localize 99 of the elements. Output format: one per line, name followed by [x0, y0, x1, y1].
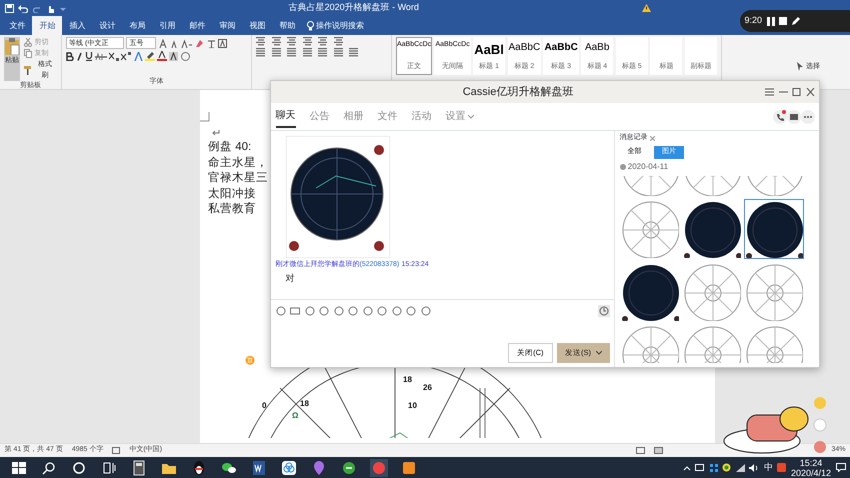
- clock-time[interactable]: 15:24: [800, 458, 822, 468]
- chat-tab[interactable]: 文件: [378, 106, 398, 127]
- chart-label: 18: [403, 374, 412, 384]
- document-text: 官禄木星三: [208, 171, 268, 186]
- image-thumbnail[interactable]: [620, 199, 680, 260]
- lightbulb-icon: [306, 20, 314, 30]
- close-icon[interactable]: [806, 88, 814, 96]
- word-app-icon[interactable]: [250, 458, 268, 476]
- circle-app-icon[interactable]: [370, 458, 388, 476]
- superscript-icon[interactable]: [121, 52, 132, 61]
- image-message[interactable]: [286, 136, 390, 258]
- maximize-icon[interactable]: [792, 88, 801, 96]
- chat-tab[interactable]: 设置: [446, 106, 474, 127]
- strikethrough-icon[interactable]: [94, 52, 107, 61]
- document-text: 私营教育: [208, 202, 256, 217]
- grow-font-icon[interactable]: [158, 38, 168, 48]
- ribbon-tab[interactable]: 审阅: [212, 16, 242, 35]
- gif-icon[interactable]: [290, 306, 300, 316]
- warning-icon: [642, 4, 652, 12]
- ribbon-tab[interactable]: 设计: [92, 16, 122, 35]
- date-label: 2020-04-11: [628, 160, 668, 173]
- recording-time: 9:20: [744, 14, 762, 28]
- battery-icon[interactable]: [695, 464, 706, 471]
- copy-icon: [24, 49, 32, 58]
- ribbon-tab[interactable]: 帮助: [272, 16, 302, 35]
- stop-icon[interactable]: [779, 17, 788, 25]
- ribbon-tab[interactable]: 邮件: [182, 16, 212, 35]
- print-layout-icon[interactable]: [654, 447, 664, 454]
- document-text: 太阳冲接: [208, 186, 256, 202]
- enclose-char-icon[interactable]: [180, 52, 190, 61]
- chat-tab[interactable]: 相册: [344, 106, 364, 127]
- window-title: 古典占星2020升格解盘班 - Word: [288, 1, 419, 14]
- chat-tab[interactable]: 聊天: [276, 105, 296, 128]
- ribbon-tab[interactable]: 文件: [2, 16, 32, 35]
- window-title: Cassie亿玥升格解盘班: [462, 84, 574, 100]
- caret-icon: [468, 114, 474, 118]
- chart-label: 10: [408, 400, 417, 410]
- history-clock-icon[interactable]: [598, 304, 610, 316]
- chat-tab[interactable]: 活动: [412, 106, 432, 127]
- ball-app-icon[interactable]: [722, 463, 732, 472]
- change-case-icon[interactable]: [181, 38, 193, 48]
- ribbon-tab[interactable]: 引用: [152, 16, 182, 35]
- ribbon-tab[interactable]: 开始: [32, 16, 62, 35]
- chart-label: ♊: [245, 356, 255, 364]
- font-color-icon[interactable]: [157, 51, 167, 62]
- document-text: 命主水星，: [208, 156, 268, 170]
- chart-label: 0: [262, 400, 266, 410]
- close-icon[interactable]: [650, 136, 655, 141]
- caret-icon: [596, 350, 602, 355]
- volume-icon[interactable]: [749, 464, 760, 472]
- ribbon-tab[interactable]: 视图: [242, 16, 272, 35]
- s-app-icon[interactable]: [777, 463, 786, 472]
- highlight-icon[interactable]: [144, 51, 155, 62]
- image-thumbnail[interactable]: [682, 199, 742, 260]
- menu-icon[interactable]: [765, 88, 774, 96]
- clock-date[interactable]: 2020/4/12: [790, 468, 831, 478]
- tell-me-search[interactable]: 操作说明搜索: [316, 20, 364, 32]
- image-thumbnail[interactable]: [682, 262, 742, 322]
- clock-icon: [620, 164, 626, 170]
- image-thumbnail[interactable]: [744, 199, 804, 260]
- char-shading-icon[interactable]: [169, 52, 178, 61]
- shrink-font-icon[interactable]: [170, 38, 179, 48]
- ribbon-tab[interactable]: 布局: [122, 16, 152, 35]
- paragraph-mark-icon: [212, 130, 220, 136]
- message-icon[interactable]: [786, 110, 800, 124]
- save-icon[interactable]: [4, 4, 14, 12]
- image-thumbnail[interactable]: [744, 262, 804, 322]
- align-left-icon[interactable]: [256, 48, 267, 58]
- read-mode-icon[interactable]: [636, 447, 646, 454]
- notification-icon[interactable]: [836, 463, 846, 472]
- message-text: 对: [284, 272, 294, 286]
- char-border-icon[interactable]: [218, 38, 227, 48]
- chart-label: 26: [423, 382, 432, 392]
- hand-icon[interactable]: [46, 4, 55, 12]
- input-method[interactable]: 中: [764, 460, 773, 474]
- chevron-up-icon[interactable]: [682, 464, 691, 470]
- chart-label: 18: [300, 398, 309, 408]
- network-icon[interactable]: [736, 464, 745, 472]
- more-icon[interactable]: [800, 110, 814, 124]
- grid-app-icon[interactable]: [710, 464, 718, 472]
- brush-icon: [24, 66, 32, 74]
- text-effect-icon[interactable]: [134, 52, 142, 61]
- phonetic-icon[interactable]: [206, 38, 216, 48]
- subscript-icon[interactable]: [109, 52, 119, 61]
- underline-icon[interactable]: [84, 52, 92, 61]
- phone-icon[interactable]: [772, 110, 786, 124]
- pause-icon[interactable]: [766, 16, 775, 26]
- chart-label: Ω: [292, 410, 298, 420]
- ribbon-tab[interactable]: 插入: [62, 16, 92, 35]
- cursor-icon: [796, 62, 804, 71]
- clear-format-icon[interactable]: [195, 38, 204, 48]
- proofing-icon: [112, 447, 120, 454]
- margin-mark-icon: [200, 112, 210, 122]
- document-text: 例盘 40:: [208, 140, 252, 155]
- italic-icon[interactable]: [76, 52, 82, 61]
- chat-tab[interactable]: 公告: [310, 106, 330, 127]
- undo-icon[interactable]: [18, 4, 28, 12]
- bold-icon[interactable]: [66, 52, 74, 61]
- cloud-app-icon[interactable]: [280, 458, 298, 476]
